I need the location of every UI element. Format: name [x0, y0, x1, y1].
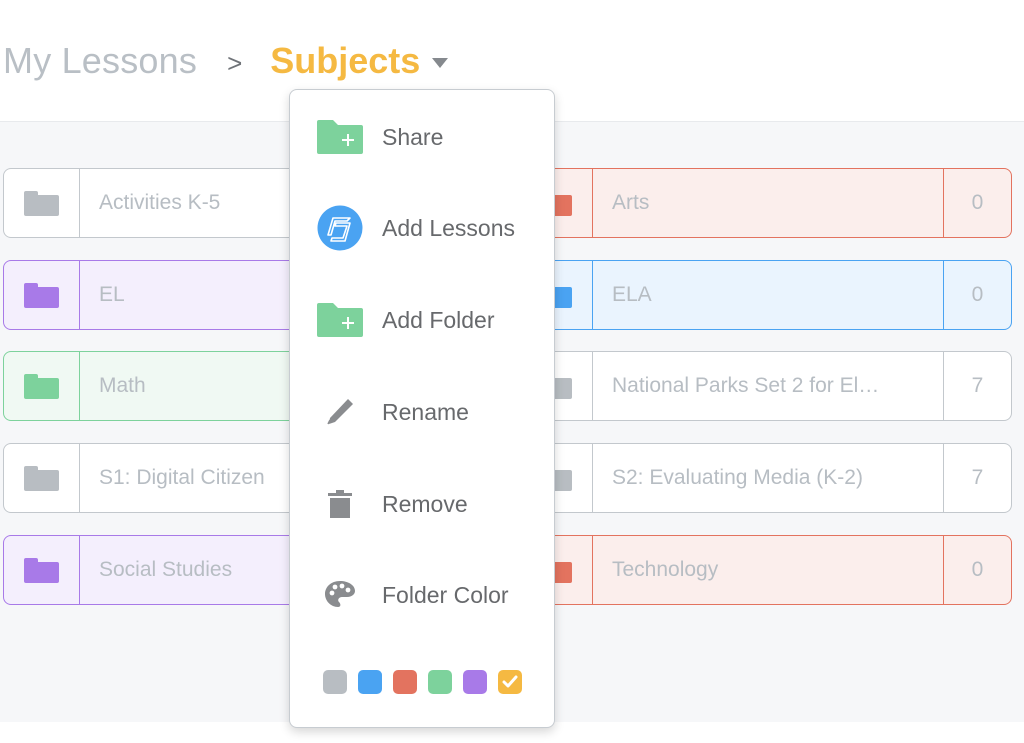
- folder-name: Arts: [612, 191, 650, 214]
- folder-icon: [24, 373, 59, 399]
- folder-icon: [24, 557, 59, 583]
- menu-item-folder-color[interactable]: Folder Color: [290, 565, 554, 625]
- menu-item-label: Remove: [382, 490, 468, 517]
- menu-item-label: Folder Color: [382, 581, 509, 608]
- folder-plus-icon: [316, 120, 364, 154]
- swatch-gray[interactable]: [323, 670, 347, 694]
- trash-icon: [316, 490, 364, 518]
- swatch-red[interactable]: [393, 670, 417, 694]
- menu-item-remove[interactable]: Remove: [290, 474, 554, 534]
- folder-icon-cell: [4, 536, 80, 604]
- lesson-count: 0: [943, 536, 1011, 604]
- checkmark-icon: [502, 675, 518, 688]
- menu-item-add-folder[interactable]: Add Folder: [290, 290, 554, 350]
- folder-card[interactable]: Arts 0: [516, 168, 1012, 238]
- folder-card[interactable]: Technology 0: [516, 535, 1012, 605]
- folder-plus-icon: [316, 303, 364, 337]
- folder-icon: [24, 190, 59, 216]
- lesson-count: 0: [943, 169, 1011, 237]
- folder-name: National Parks Set 2 for El…: [612, 374, 880, 397]
- menu-item-share[interactable]: Share: [290, 107, 554, 167]
- swatch-purple[interactable]: [463, 670, 487, 694]
- folder-name: S2: Evaluating Media (K-2): [612, 466, 863, 489]
- menu-item-label: Add Folder: [382, 306, 495, 333]
- breadcrumb: My Lessons > Subjects: [3, 36, 449, 86]
- lesson-count: 0: [943, 261, 1011, 329]
- breadcrumb-subjects[interactable]: Subjects: [270, 40, 420, 82]
- breadcrumb-my-lessons[interactable]: My Lessons: [3, 40, 197, 82]
- folder-icon-cell: [4, 352, 80, 420]
- menu-item-label: Rename: [382, 398, 469, 425]
- folder-icon-cell: [4, 444, 80, 512]
- breadcrumb-separator: >: [227, 47, 243, 78]
- menu-item-rename[interactable]: Rename: [290, 382, 554, 442]
- color-swatches: [323, 670, 522, 694]
- folder-context-menu: Share Add Lessons Add Folder Rename Remo…: [289, 89, 555, 728]
- swatch-green[interactable]: [428, 670, 452, 694]
- folder-name: Technology: [612, 558, 719, 581]
- swatch-yellow[interactable]: [498, 670, 522, 694]
- menu-item-label: Share: [382, 123, 444, 150]
- folder-card[interactable]: National Parks Set 2 for El… 7: [516, 351, 1012, 421]
- folder-icon: [24, 465, 59, 491]
- menu-item-add-lessons[interactable]: Add Lessons: [290, 198, 554, 258]
- folder-icon-cell: [4, 169, 80, 237]
- palette-icon: [316, 581, 364, 609]
- chevron-down-icon[interactable]: [432, 58, 449, 68]
- folder-card[interactable]: ELA 0: [516, 260, 1012, 330]
- folder-icon: [24, 282, 59, 308]
- pencil-icon: [316, 396, 364, 428]
- folder-name: ELA: [612, 283, 652, 306]
- folder-card[interactable]: S2: Evaluating Media (K-2) 7: [516, 443, 1012, 513]
- lesson-count: 7: [943, 444, 1011, 512]
- nearpod-logo-icon: [316, 205, 364, 251]
- lesson-count: 7: [943, 352, 1011, 420]
- swatch-blue[interactable]: [358, 670, 382, 694]
- menu-item-label: Add Lessons: [382, 214, 515, 241]
- folder-icon-cell: [4, 261, 80, 329]
